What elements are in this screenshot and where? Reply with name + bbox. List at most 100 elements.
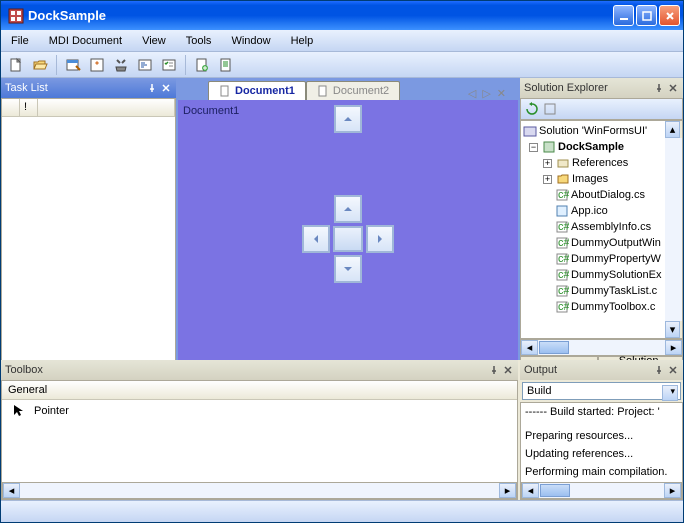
tasklist-col-desc[interactable] xyxy=(38,99,175,116)
solution-explorer-icon[interactable] xyxy=(62,54,84,76)
pin-icon[interactable] xyxy=(146,82,158,94)
dock-up-icon[interactable] xyxy=(334,195,362,223)
tree-label: DummyOutputWin xyxy=(571,237,661,249)
toolbox-item-pointer[interactable]: Pointer xyxy=(2,400,517,422)
menu-mdi[interactable]: MDI Document xyxy=(45,33,126,49)
csharp-icon: c# xyxy=(555,284,569,298)
ico-icon xyxy=(555,204,569,218)
tab-label: Document1 xyxy=(235,85,295,97)
menu-help[interactable]: Help xyxy=(287,33,318,49)
output-hscrollbar[interactable]: ◂ ▸ xyxy=(521,482,682,499)
svg-text:c#: c# xyxy=(558,189,569,201)
output-icon[interactable] xyxy=(134,54,156,76)
tasklist-icon[interactable] xyxy=(158,54,180,76)
show-all-icon[interactable] xyxy=(543,102,557,116)
pin-icon[interactable] xyxy=(488,364,500,376)
collapse-icon[interactable]: − xyxy=(529,143,538,152)
app-icon xyxy=(8,8,24,24)
tab-document1[interactable]: Document1 xyxy=(208,81,306,100)
dock-hint-top[interactable] xyxy=(334,105,362,133)
panel-close-icon[interactable] xyxy=(667,364,679,376)
maximize-button[interactable] xyxy=(636,5,657,26)
dock-center-icon[interactable] xyxy=(333,226,363,252)
tree-row-file[interactable]: c#DummySolutionEx xyxy=(521,267,665,283)
close-button[interactable] xyxy=(659,5,680,26)
solution-toolbar xyxy=(520,98,683,120)
scroll-right-icon[interactable]: ▸ xyxy=(664,483,681,498)
tab-document2[interactable]: Document2 xyxy=(306,81,400,100)
tree-row-references[interactable]: +References xyxy=(521,155,665,171)
toolbox-title: Toolbox xyxy=(5,364,486,376)
scroll-right-icon[interactable]: ▸ xyxy=(499,483,516,498)
refresh-icon[interactable] xyxy=(525,102,539,116)
menu-tools[interactable]: Tools xyxy=(182,33,216,49)
menu-view[interactable]: View xyxy=(138,33,170,49)
expand-icon[interactable]: + xyxy=(543,159,552,168)
toolbox-category[interactable]: General xyxy=(2,381,517,400)
menu-file[interactable]: File xyxy=(7,33,33,49)
scroll-down-icon[interactable]: ▾ xyxy=(665,321,680,338)
tree-row-file[interactable]: c#AssemblyInfo.cs xyxy=(521,219,665,235)
scroll-thumb[interactable] xyxy=(539,341,569,354)
tab-prev-icon[interactable]: ◁ xyxy=(468,87,476,100)
pin-icon[interactable] xyxy=(653,364,665,376)
open-icon[interactable] xyxy=(29,54,51,76)
tab-next-icon[interactable]: ▷ xyxy=(482,87,490,100)
tab-nav: ◁ ▷ ✕ xyxy=(462,87,512,100)
combo-value: Build xyxy=(527,385,551,397)
tree-row-solution[interactable]: Solution 'WinFormsUI' xyxy=(521,123,665,139)
panel-close-icon[interactable] xyxy=(160,82,172,94)
output-filter-combo[interactable]: Build xyxy=(522,382,681,400)
scroll-left-icon[interactable]: ◂ xyxy=(521,340,538,355)
svg-text:c#: c# xyxy=(558,285,569,297)
dock-left-icon[interactable] xyxy=(302,225,330,253)
tree-row-project[interactable]: −DockSample xyxy=(521,139,665,155)
tree-label: DummyTaskList.c xyxy=(571,285,657,297)
pointer-icon xyxy=(12,404,24,418)
csharp-icon: c# xyxy=(555,188,569,202)
csharp-icon: c# xyxy=(555,252,569,266)
panel-close-icon[interactable] xyxy=(667,82,679,94)
new-icon[interactable] xyxy=(5,54,27,76)
tree-row-file[interactable]: c#DummyOutputWin xyxy=(521,235,665,251)
toolbox-item-label: Pointer xyxy=(34,405,69,417)
minimize-button[interactable] xyxy=(613,5,634,26)
tree-row-file[interactable]: c#DummyToolbox.c xyxy=(521,299,665,315)
solution-hscrollbar[interactable]: ◂ ▸ xyxy=(520,339,683,356)
csharp-icon: c# xyxy=(555,300,569,314)
tab-close-icon[interactable]: ✕ xyxy=(497,87,506,100)
tree-row-file[interactable]: c#AboutDialog.cs xyxy=(521,187,665,203)
scroll-left-icon[interactable]: ◂ xyxy=(522,483,539,498)
properties-icon[interactable] xyxy=(86,54,108,76)
document-list-icon[interactable] xyxy=(215,54,237,76)
svg-text:c#: c# xyxy=(558,237,569,249)
titlebar: DockSample xyxy=(1,1,683,30)
pin-icon[interactable] xyxy=(653,82,665,94)
tasklist-header: Task List xyxy=(1,78,176,98)
content-area: Task List ! ◂ ▸ Doc xyxy=(1,78,683,500)
new-document-icon[interactable] xyxy=(191,54,213,76)
expand-icon[interactable]: + xyxy=(543,175,552,184)
menu-window[interactable]: Window xyxy=(227,33,274,49)
output-line: Performing main compilation. xyxy=(521,463,682,481)
toolbox-hscrollbar[interactable]: ◂ ▸ xyxy=(2,482,517,499)
scroll-right-icon[interactable]: ▸ xyxy=(665,340,682,355)
scroll-up-icon[interactable]: ▴ xyxy=(665,121,680,138)
toolbox-icon[interactable] xyxy=(110,54,132,76)
dock-down-icon[interactable] xyxy=(334,255,362,283)
scroll-left-icon[interactable]: ◂ xyxy=(3,483,20,498)
panel-close-icon[interactable] xyxy=(502,364,514,376)
scroll-thumb[interactable] xyxy=(540,484,570,497)
tree-row-images[interactable]: +Images xyxy=(521,171,665,187)
tasklist-col-icon[interactable] xyxy=(2,99,20,116)
tasklist-col-priority[interactable]: ! xyxy=(20,99,38,116)
tree-row-file[interactable]: App.ico xyxy=(521,203,665,219)
main-window: DockSample File MDI Document View Tools … xyxy=(0,0,684,523)
document-icon xyxy=(219,85,231,97)
project-icon xyxy=(542,140,556,154)
solution-vscrollbar[interactable]: ▴ ▾ xyxy=(665,121,682,338)
tree-row-file[interactable]: c#DummyTaskList.c xyxy=(521,283,665,299)
tree-row-file[interactable]: c#DummyPropertyW xyxy=(521,251,665,267)
document-surface[interactable]: Document1 xyxy=(178,100,518,378)
dock-right-icon[interactable] xyxy=(366,225,394,253)
